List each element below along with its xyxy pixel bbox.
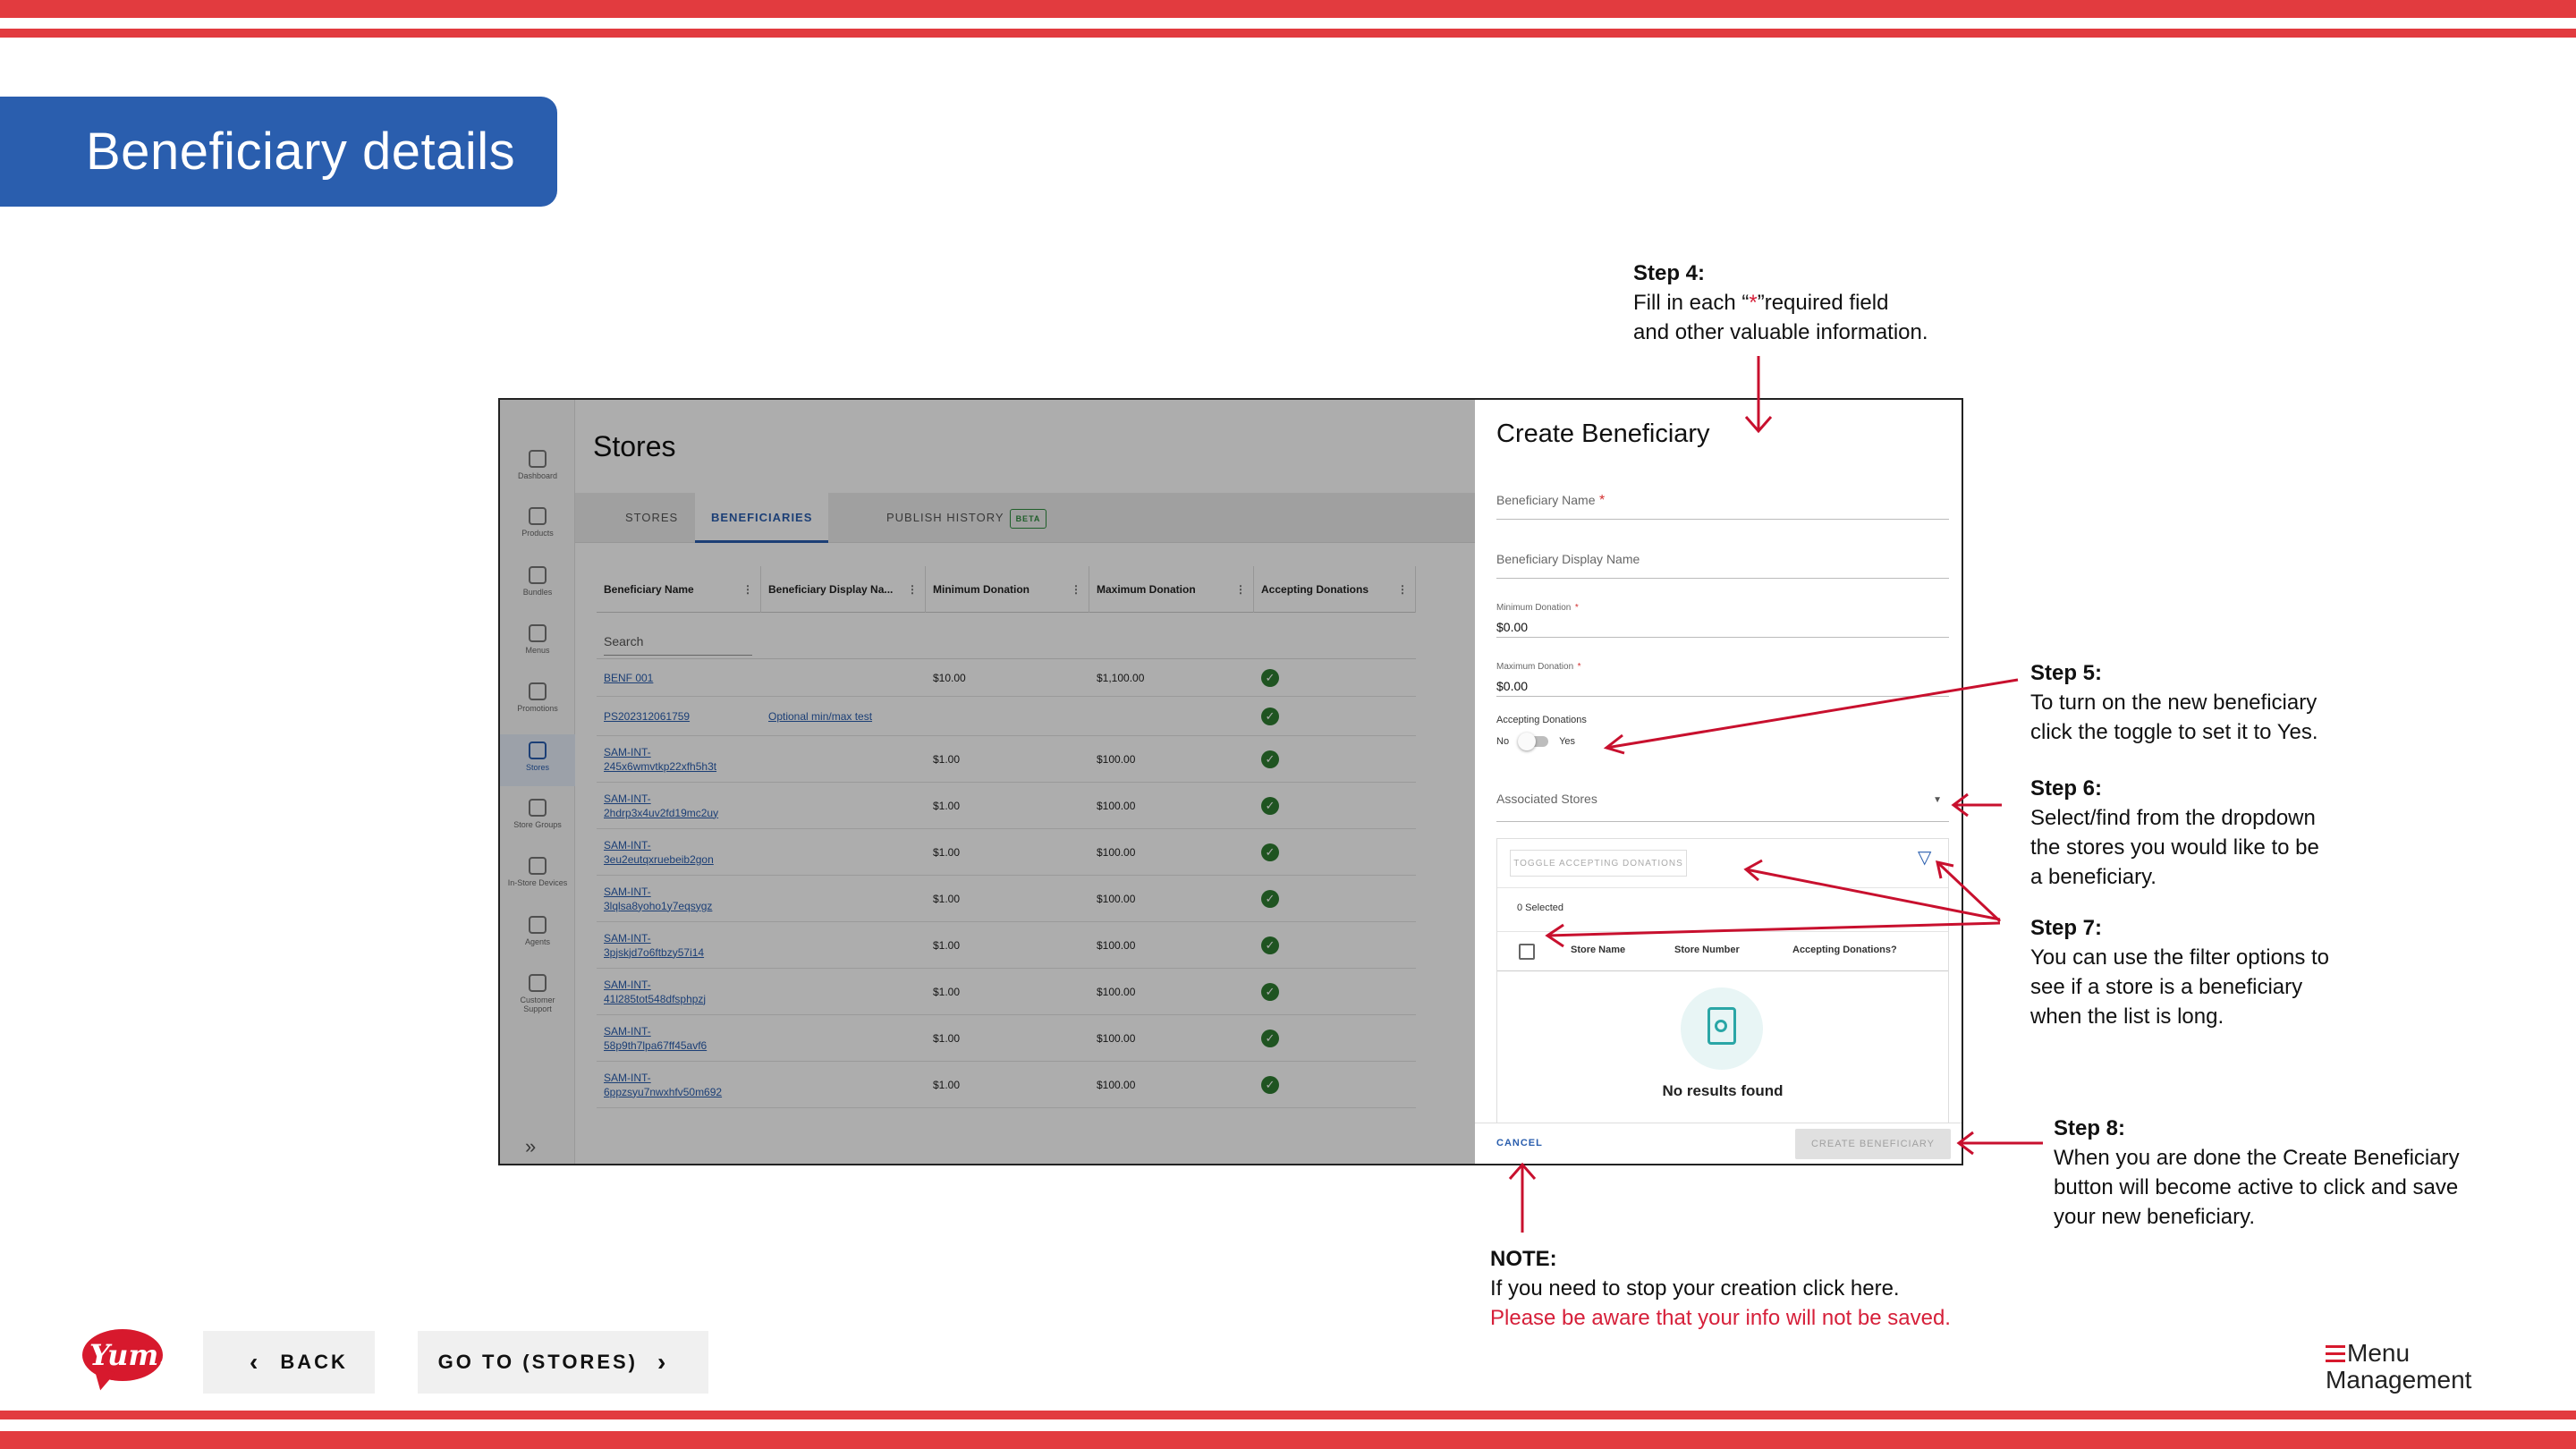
go-to-stores-button[interactable]: GO TO (STORES) › [418,1331,708,1394]
menu-bars-icon [2326,1345,2345,1367]
note-line1: If you need to stop your creation click … [1490,1276,1900,1301]
accepting-donations-toggle[interactable] [1518,733,1549,750]
step8-line1: When you are done the Create Beneficiary [2054,1146,2460,1170]
step4-label: Step 4: [1633,261,1706,285]
step6-line1: Select/find from the dropdown [2030,806,2316,830]
callout-step8: Step 8: When you are done the Create Ben… [2054,1114,2460,1232]
empty-state-text: No results found [1662,1082,1784,1099]
select-all-checkbox[interactable] [1519,944,1535,960]
accepting-donations-toggle-row: No Yes [1496,733,1576,750]
minimum-donation-value: $0.00 [1496,620,1529,634]
slide-title: Beneficiary details [86,123,516,181]
step8-line3: your new beneficiary. [2054,1205,2255,1229]
callout-step4: Step 4: Fill in each “*”required field a… [1633,258,1928,347]
toggle-knob [1518,733,1537,750]
col-accepting-donations[interactable]: Accepting Donations? [1792,945,1897,955]
chevron-right-icon: › [657,1348,669,1376]
step8-line2: button will become active to click and s… [2054,1175,2459,1199]
top-stripe-thick [0,0,2576,18]
step6-line2: the stores you would like to be [2030,835,2319,860]
associated-stores-panel: TOGGLE ACCEPTING DONATIONS ▽ 0 Selected … [1496,838,1949,1142]
step7-label: Step 7: [2030,916,2103,940]
drawer-title: Create Beneficiary [1496,419,1710,448]
top-stripe-thin [0,29,2576,38]
step4-line2: and other valuable information. [1633,320,1928,344]
step8-label: Step 8: [2054,1116,2126,1140]
step4-line1: Fill in each “*”required field [1633,291,1889,315]
bottom-stripe-thin [0,1411,2576,1419]
create-beneficiary-drawer: Create Beneficiary Beneficiary Name * Be… [1475,400,1962,1164]
bottom-stripe-thick [0,1431,2576,1449]
step7-line1: You can use the filter options to [2030,945,2330,970]
maximum-donation-field[interactable]: Maximum Donation * $0.00 [1496,657,1949,697]
create-beneficiary-button[interactable]: CREATE BENEFICIARY [1795,1129,1951,1159]
step7-line3: when the list is long. [2030,1004,2224,1029]
note-line2: Please be aware that your info will not … [1490,1306,1951,1330]
note-arrow-head [1508,1162,1537,1180]
col-store-name[interactable]: Store Name [1571,945,1625,955]
stores-table-header: Store Name Store Number Accepting Donati… [1497,932,1948,971]
menu-management-logo: Menu Management [2326,1339,2472,1394]
yum-logo: Yum! [82,1329,171,1394]
filter-icon[interactable]: ▽ [1918,848,1937,868]
callout-step6: Step 6: Select/find from the dropdown th… [2030,774,2319,892]
callout-note: NOTE: If you need to stop your creation … [1490,1244,1951,1333]
col-store-number[interactable]: Store Number [1674,945,1740,955]
associated-stores-select[interactable]: Associated Stores ▼ [1496,792,1949,822]
document-search-icon [1681,987,1763,1070]
chevron-left-icon: ‹ [250,1348,261,1376]
toggle-yes-label: Yes [1559,736,1576,747]
selected-count: 0 Selected [1497,887,1948,932]
beneficiary-name-field[interactable]: Beneficiary Name * [1496,493,1949,520]
toggle-accepting-donations-button[interactable]: TOGGLE ACCEPTING DONATIONS [1510,850,1687,877]
step6-label: Step 6: [2030,776,2103,801]
note-label: NOTE: [1490,1247,1557,1271]
step6-line3: a beneficiary. [2030,865,2157,889]
modal-backdrop[interactable] [500,400,1475,1164]
beneficiary-display-name-field[interactable]: Beneficiary Display Name [1496,552,1949,579]
step5-line2: click the toggle to set it to Yes. [2030,720,2318,744]
minimum-donation-field[interactable]: Minimum Donation * $0.00 [1496,598,1949,638]
step5-line1: To turn on the new beneficiary [2030,691,2318,715]
toggle-no-label: No [1496,736,1510,747]
accepting-donations-label: Accepting Donations [1496,715,1587,725]
dropdown-caret-icon: ▼ [1933,795,1942,805]
cancel-button[interactable]: CANCEL [1496,1138,1543,1148]
step5-label: Step 5: [2030,661,2103,685]
callout-step7: Step 7: You can use the filter options t… [2030,913,2329,1031]
back-button[interactable]: ‹ BACK [203,1331,375,1394]
drawer-footer: CANCEL CREATE BENEFICIARY [1475,1123,1962,1164]
step7-line2: see if a store is a beneficiary [2030,975,2303,999]
maximum-donation-value: $0.00 [1496,679,1529,693]
title-banner: Beneficiary details [0,97,557,207]
callout-step5: Step 5: To turn on the new beneficiary c… [2030,658,2318,747]
app-screenshot: Dashboard Products Bundles Menus Promoti… [498,398,1963,1165]
